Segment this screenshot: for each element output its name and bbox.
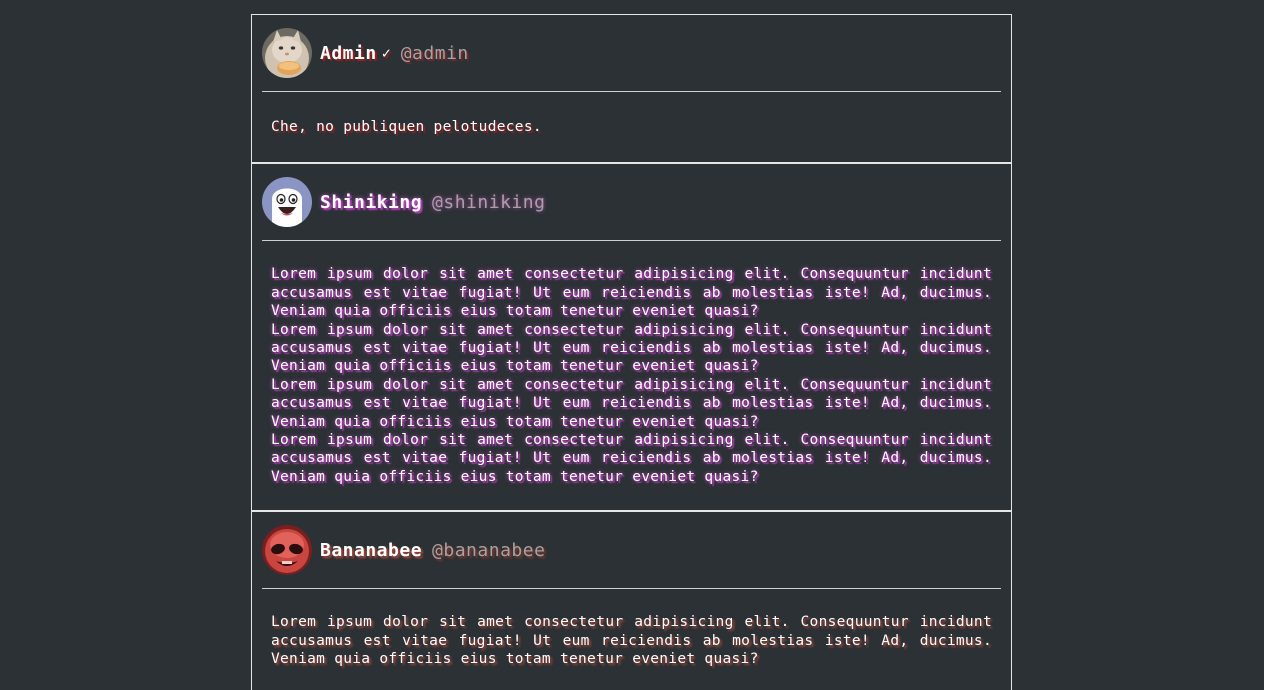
user-handle[interactable]: @shiniking bbox=[432, 192, 545, 213]
post-card: Shiniking @shiniking Lorem ipsum dolor s… bbox=[251, 162, 1012, 511]
post-paragraph: Lorem ipsum dolor sit amet consectetur a… bbox=[271, 614, 992, 668]
post-paragraph: Lorem ipsum dolor sit amet consectetur a… bbox=[271, 432, 992, 485]
post-paragraph: Lorem ipsum dolor sit amet consectetur a… bbox=[271, 321, 992, 375]
display-name[interactable]: Admin bbox=[320, 43, 377, 64]
post-paragraph: Lorem ipsum dolor sit amet consectetur a… bbox=[271, 266, 992, 320]
post-feed: Admin ✓ @admin Che, no publiquen pelotud… bbox=[251, 14, 1012, 690]
display-name[interactable]: Shiniking bbox=[320, 192, 422, 213]
cat-avatar-icon[interactable] bbox=[262, 28, 312, 78]
display-name[interactable]: Bananabee bbox=[320, 540, 422, 561]
post-header: Bananabee @bananabee bbox=[262, 512, 1001, 590]
ghost-avatar-icon[interactable] bbox=[262, 177, 312, 228]
post-header: Shiniking @shiniking bbox=[262, 164, 1001, 242]
post-header: Admin ✓ @admin bbox=[262, 15, 1001, 92]
post-text: Che, no publiquen pelotudeces. bbox=[252, 92, 1011, 162]
post-text: Lorem ipsum dolor sit amet consectetur a… bbox=[252, 589, 1011, 690]
red-face-avatar-icon[interactable] bbox=[262, 525, 312, 576]
post-paragraph: Lorem ipsum dolor sit amet consectetur a… bbox=[271, 376, 992, 430]
user-handle[interactable]: @admin bbox=[401, 43, 469, 64]
verified-check-icon: ✓ bbox=[381, 44, 391, 62]
post-text: Lorem ipsum dolor sit amet consectetur a… bbox=[252, 241, 1011, 510]
user-handle[interactable]: @bananabee bbox=[432, 540, 545, 561]
post-card: Bananabee @bananabee Lorem ipsum dolor s… bbox=[251, 510, 1012, 690]
post-paragraph: Che, no publiquen pelotudeces. bbox=[271, 119, 542, 135]
post-card: Admin ✓ @admin Che, no publiquen pelotud… bbox=[251, 14, 1012, 163]
